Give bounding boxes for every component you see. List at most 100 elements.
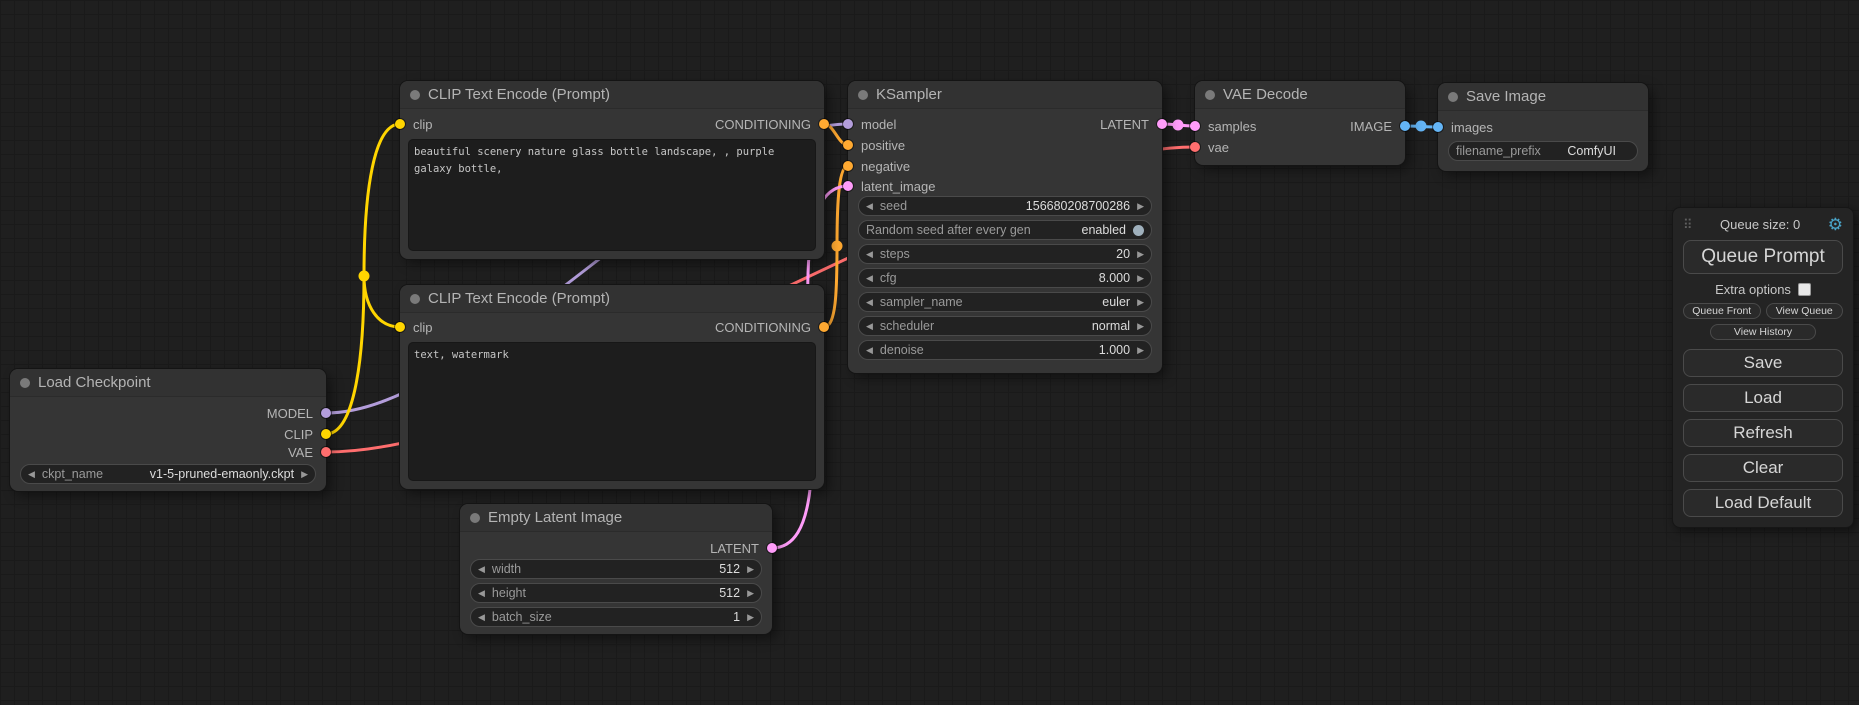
widget-value: enabled <box>1082 223 1127 237</box>
prev-arrow-icon[interactable]: ◀ <box>28 470 35 479</box>
collapse-dot-icon[interactable] <box>1448 92 1458 102</box>
queue-front-button[interactable]: Queue Front <box>1683 303 1761 319</box>
input-dot-model[interactable] <box>843 119 853 129</box>
slot-label: positive <box>861 138 905 153</box>
node-title-bar[interactable]: Save Image <box>1438 83 1648 111</box>
input-dot-images[interactable] <box>1433 122 1443 132</box>
widget-scheduler[interactable]: ◀ scheduler normal ▶ <box>858 316 1152 336</box>
next-arrow-icon[interactable]: ▶ <box>301 470 308 479</box>
node-save-image[interactable]: Save Image images filename_prefix ComfyU… <box>1438 83 1648 171</box>
queue-size-label: Queue size: 0 <box>1699 217 1822 232</box>
node-title-bar[interactable]: CLIP Text Encode (Prompt) <box>400 285 824 313</box>
next-arrow-icon[interactable]: ▶ <box>1137 298 1144 307</box>
increment-arrow-icon[interactable]: ▶ <box>1137 346 1144 355</box>
node-title-bar[interactable]: Load Checkpoint <box>10 369 326 397</box>
settings-gear-icon[interactable]: ⚙ <box>1828 216 1843 233</box>
increment-arrow-icon[interactable]: ▶ <box>1137 250 1144 259</box>
increment-arrow-icon[interactable]: ▶ <box>1137 202 1144 211</box>
link-dot-conditioning[interactable] <box>832 241 843 252</box>
collapse-dot-icon[interactable] <box>20 378 30 388</box>
widget-denoise[interactable]: ◀ denoise 1.000 ▶ <box>858 340 1152 360</box>
link-dot-image[interactable] <box>1416 121 1427 132</box>
input-dot-latent-image[interactable] <box>843 181 853 191</box>
collapse-dot-icon[interactable] <box>410 294 420 304</box>
save-button[interactable]: Save <box>1683 349 1843 377</box>
output-dot-latent[interactable] <box>767 543 777 553</box>
slot-label: CONDITIONING <box>715 117 811 132</box>
decrement-arrow-icon[interactable]: ◀ <box>866 274 873 283</box>
output-dot-latent[interactable] <box>1157 119 1167 129</box>
input-dot-vae[interactable] <box>1190 142 1200 152</box>
positive-prompt-textarea[interactable]: beautiful scenery nature glass bottle la… <box>408 139 816 251</box>
next-arrow-icon[interactable]: ▶ <box>1137 322 1144 331</box>
clear-button[interactable]: Clear <box>1683 454 1843 482</box>
widget-steps[interactable]: ◀ steps 20 ▶ <box>858 244 1152 264</box>
input-dot-positive[interactable] <box>843 140 853 150</box>
widget-filename-prefix[interactable]: filename_prefix ComfyUI <box>1448 141 1638 161</box>
widget-batch-size[interactable]: ◀ batch_size 1 ▶ <box>470 607 762 627</box>
input-slot-positive: positive <box>848 135 905 155</box>
decrement-arrow-icon[interactable]: ◀ <box>478 613 485 622</box>
input-slot-samples: samples <box>1195 116 1256 136</box>
drag-handle-icon[interactable]: ⠿ <box>1683 217 1693 233</box>
node-title-bar[interactable]: VAE Decode <box>1195 81 1405 109</box>
widget-cfg[interactable]: ◀ cfg 8.000 ▶ <box>858 268 1152 288</box>
collapse-dot-icon[interactable] <box>1205 90 1215 100</box>
node-clip-text-encode-negative[interactable]: CLIP Text Encode (Prompt) clip CONDITION… <box>400 285 824 489</box>
input-dot-samples[interactable] <box>1190 121 1200 131</box>
decrement-arrow-icon[interactable]: ◀ <box>866 250 873 259</box>
output-dot-vae[interactable] <box>321 447 331 457</box>
negative-prompt-textarea[interactable]: text, watermark <box>408 342 816 481</box>
node-title-bar[interactable]: KSampler <box>848 81 1162 109</box>
input-dot-negative[interactable] <box>843 161 853 171</box>
decrement-arrow-icon[interactable]: ◀ <box>478 589 485 598</box>
output-slot-latent: LATENT <box>710 538 772 558</box>
widget-width[interactable]: ◀ width 512 ▶ <box>470 559 762 579</box>
output-dot-clip[interactable] <box>321 429 331 439</box>
output-dot-image[interactable] <box>1400 121 1410 131</box>
output-slot-latent: LATENT <box>1100 114 1162 134</box>
node-clip-text-encode-positive[interactable]: CLIP Text Encode (Prompt) clip CONDITION… <box>400 81 824 259</box>
increment-arrow-icon[interactable]: ▶ <box>747 565 754 574</box>
prev-arrow-icon[interactable]: ◀ <box>866 298 873 307</box>
node-vae-decode[interactable]: VAE Decode samples IMAGE vae <box>1195 81 1405 165</box>
node-ksampler[interactable]: KSampler model positive negative latent_… <box>848 81 1162 373</box>
extra-options-checkbox[interactable] <box>1798 283 1811 296</box>
queue-prompt-button[interactable]: Queue Prompt <box>1683 240 1843 274</box>
node-empty-latent-image[interactable]: Empty Latent Image LATENT ◀ width 512 ▶ … <box>460 504 772 634</box>
load-default-button[interactable]: Load Default <box>1683 489 1843 517</box>
refresh-button[interactable]: Refresh <box>1683 419 1843 447</box>
collapse-dot-icon[interactable] <box>858 90 868 100</box>
view-history-button[interactable]: View History <box>1710 324 1816 340</box>
widget-ckpt-name[interactable]: ◀ ckpt_name v1-5-pruned-emaonly.ckpt ▶ <box>20 464 316 484</box>
link-dot-clip[interactable] <box>359 271 370 282</box>
output-slot-vae: VAE <box>288 442 326 462</box>
widget-sampler-name[interactable]: ◀ sampler_name euler ▶ <box>858 292 1152 312</box>
link-dot-latent[interactable] <box>1173 120 1184 131</box>
node-title-bar[interactable]: Empty Latent Image <box>460 504 772 532</box>
node-title-bar[interactable]: CLIP Text Encode (Prompt) <box>400 81 824 109</box>
load-button[interactable]: Load <box>1683 384 1843 412</box>
output-dot-model[interactable] <box>321 408 331 418</box>
input-dot-clip[interactable] <box>395 322 405 332</box>
node-load-checkpoint[interactable]: Load Checkpoint MODEL CLIP VAE ◀ ckpt_na… <box>10 369 326 491</box>
prev-arrow-icon[interactable]: ◀ <box>866 322 873 331</box>
output-dot-conditioning[interactable] <box>819 119 829 129</box>
increment-arrow-icon[interactable]: ▶ <box>747 589 754 598</box>
decrement-arrow-icon[interactable]: ◀ <box>866 202 873 211</box>
widget-seed[interactable]: ◀ seed 156680208700286 ▶ <box>858 196 1152 216</box>
output-dot-conditioning[interactable] <box>819 322 829 332</box>
increment-arrow-icon[interactable]: ▶ <box>747 613 754 622</box>
input-slot-clip: clip <box>400 114 433 134</box>
collapse-dot-icon[interactable] <box>410 90 420 100</box>
view-queue-button[interactable]: View Queue <box>1766 303 1844 319</box>
collapse-dot-icon[interactable] <box>470 513 480 523</box>
widget-random-seed-toggle[interactable]: Random seed after every gen enabled <box>858 220 1152 240</box>
toggle-on-dot-icon[interactable] <box>1133 225 1144 236</box>
decrement-arrow-icon[interactable]: ◀ <box>866 346 873 355</box>
increment-arrow-icon[interactable]: ▶ <box>1137 274 1144 283</box>
decrement-arrow-icon[interactable]: ◀ <box>478 565 485 574</box>
input-dot-clip[interactable] <box>395 119 405 129</box>
widget-height[interactable]: ◀ height 512 ▶ <box>470 583 762 603</box>
graph-canvas[interactable]: Load Checkpoint MODEL CLIP VAE ◀ ckpt_na… <box>0 0 1859 705</box>
